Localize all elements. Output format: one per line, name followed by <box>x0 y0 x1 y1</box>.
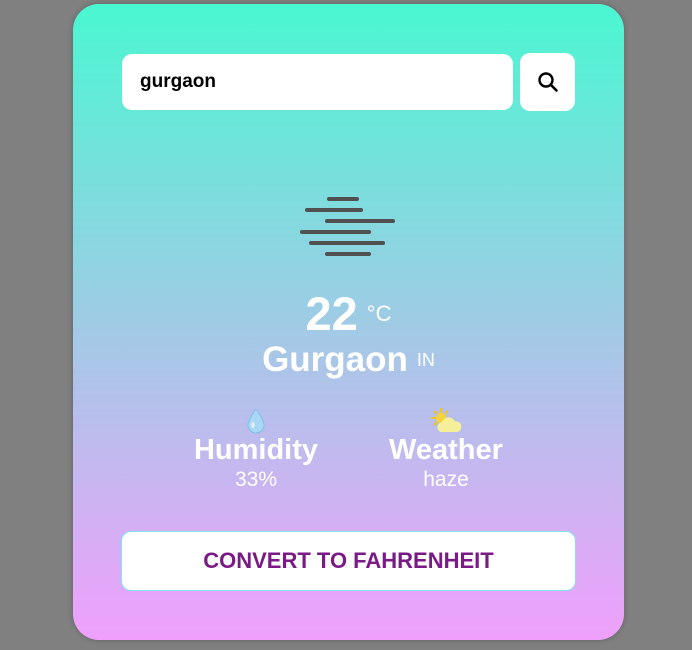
water-drop-icon <box>247 408 265 434</box>
humidity-label: Humidity <box>193 434 319 466</box>
humidity-stat: Humidity 33% <box>171 406 341 494</box>
weather-stat: Weather haze <box>361 406 531 494</box>
temperature-display: 22 °C <box>73 286 624 341</box>
search-icon <box>537 72 558 92</box>
convert-to-fahrenheit-button[interactable]: CONVERT TO FAHRENHEIT <box>121 531 576 591</box>
temperature-value: 22 <box>305 287 358 340</box>
weather-card: 22 °C Gurgaon IN Humidity 33% <box>73 4 624 640</box>
weather-value: haze <box>423 468 469 491</box>
temperature-unit: °C <box>366 301 392 326</box>
location-display: Gurgaon IN <box>73 340 624 380</box>
partly-sunny-icon <box>431 408 462 432</box>
search-button[interactable] <box>520 53 575 111</box>
city-name: Gurgaon <box>262 340 408 379</box>
weather-label: Weather <box>389 434 503 466</box>
haze-icon <box>300 197 395 256</box>
search-input[interactable] <box>122 54 513 110</box>
country-code: IN <box>416 350 435 370</box>
humidity-value: 33% <box>234 468 278 491</box>
